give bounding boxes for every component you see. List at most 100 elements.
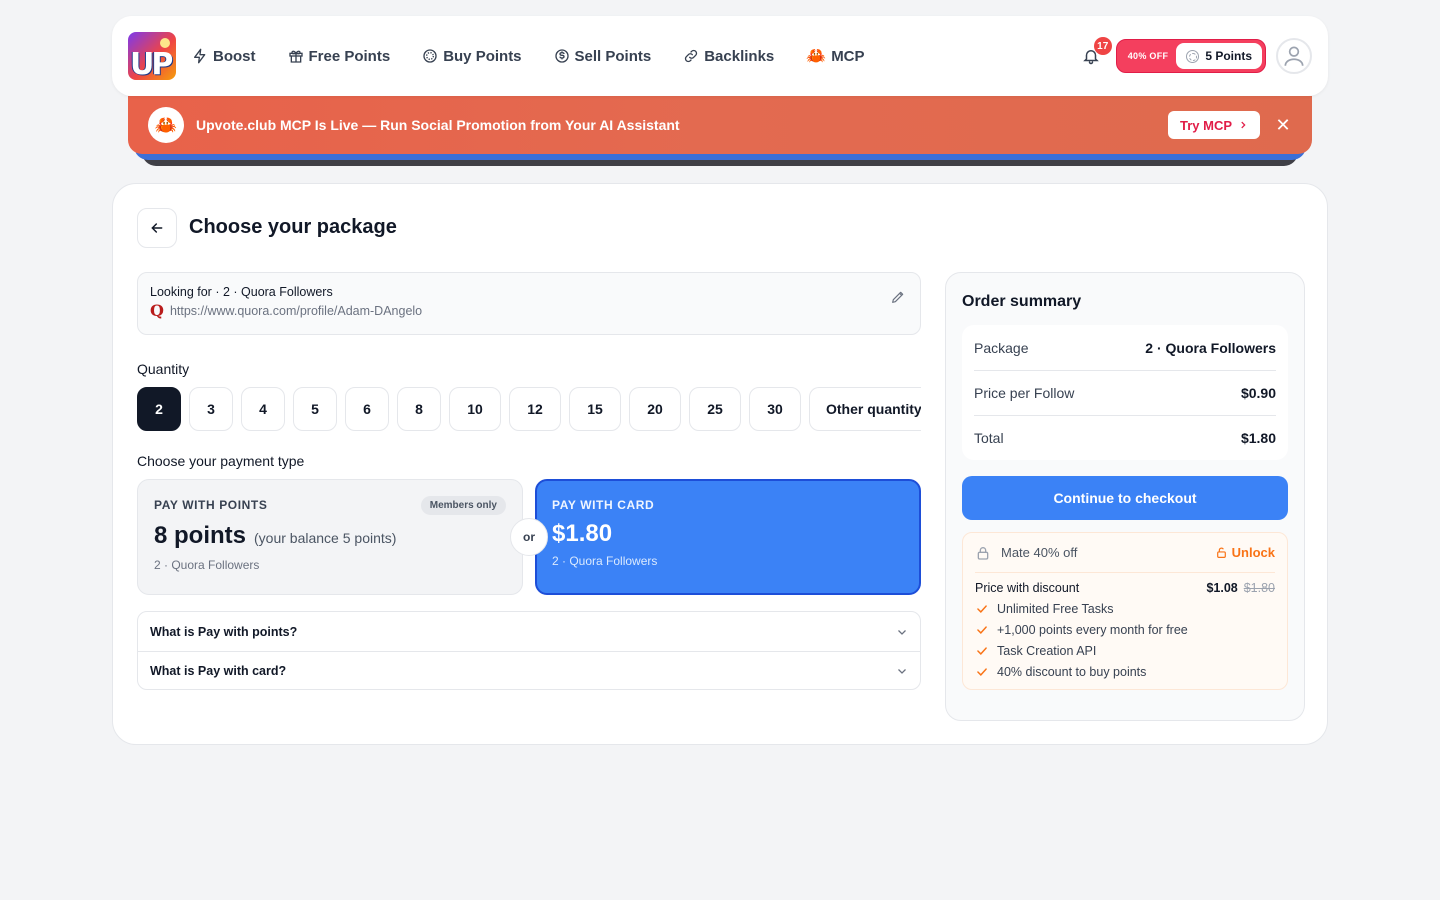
pay-card-heading: PAY WITH CARD: [552, 498, 655, 512]
pay-with-card-option[interactable]: PAY WITH CARD $1.80 2 · Quora Followers: [535, 479, 921, 595]
nav-sell-points[interactable]: Sell Points: [554, 47, 652, 65]
original-price: $1.80: [1243, 581, 1275, 595]
summary-key: Package: [974, 339, 1029, 356]
crab-icon: 🦀: [148, 107, 184, 143]
summary-details: Package 2 · Quora Followers Price per Fo…: [962, 325, 1288, 460]
nav-buy-points-label: Buy Points: [443, 47, 522, 65]
faq-question: What is Pay with points?: [150, 624, 298, 639]
order-summary: Order summary Package 2 · Quora Follower…: [945, 272, 1305, 721]
payment-faq: What is Pay with points? What is Pay wit…: [137, 611, 921, 690]
quantity-option[interactable]: 10: [449, 387, 501, 431]
page-title: Choose your package: [189, 216, 397, 238]
quantity-option[interactable]: 3: [189, 387, 233, 431]
feature-item: Task Creation API: [975, 644, 1275, 658]
discount-prices: $1.08 $1.80: [1206, 581, 1275, 595]
target-summary: Looking for · 2 · Quora Followers Q http…: [137, 272, 921, 335]
nav-sell-points-label: Sell Points: [574, 47, 652, 65]
summary-row: Total $1.80: [974, 415, 1276, 460]
user-avatar[interactable]: [1276, 38, 1312, 74]
chevron-down-icon: [898, 669, 906, 674]
pay-with-points-option[interactable]: PAY WITH POINTS Members only 8 points (y…: [137, 479, 523, 595]
feature-text: +1,000 points every month for free: [997, 623, 1188, 637]
feature-item: 40% discount to buy points: [975, 665, 1275, 679]
nav-backlinks-label: Backlinks: [704, 47, 775, 65]
nav-backlinks[interactable]: Backlinks: [683, 48, 774, 65]
top-navbar: UP Boost Free Points Buy Points Sell Poi…: [112, 16, 1328, 96]
discount-price: $1.08: [1206, 581, 1238, 595]
nav-boost-label: Boost: [213, 47, 256, 65]
points-amount: 8 points: [154, 522, 247, 549]
quantity-option[interactable]: 20: [629, 387, 681, 431]
points-balance-pill[interactable]: 40% OFF 5 Points: [1115, 39, 1266, 73]
mate-upsell: Mate 40% off Unlock Price with discount …: [962, 532, 1288, 690]
bolt-icon: [194, 48, 206, 64]
or-divider: or: [510, 518, 548, 556]
other-quantity-button[interactable]: Other quantity: [809, 387, 921, 431]
continue-to-checkout-button[interactable]: Continue to checkout: [962, 476, 1288, 520]
dollar-icon: [554, 49, 569, 63]
payment-type-label: Choose your payment type: [137, 453, 305, 469]
arrow-left-icon: [151, 223, 163, 233]
quantity-option[interactable]: 12: [509, 387, 561, 431]
nav-mcp[interactable]: 🦀 MCP: [806, 46, 864, 66]
target-url-row: Q https://www.quora.com/profile/Adam-DAn…: [150, 301, 908, 320]
feature-text: 40% discount to buy points: [997, 665, 1147, 679]
summary-value: $0.90: [1240, 385, 1276, 401]
summary-row: Package 2 · Quora Followers: [974, 325, 1276, 370]
chevron-right-icon: [1241, 121, 1246, 129]
try-mcp-button[interactable]: Try MCP: [1167, 111, 1260, 139]
nav-buy-points[interactable]: Buy Points: [422, 47, 522, 65]
points-balance: 5 Points: [1176, 43, 1262, 69]
main-nav: Boost Free Points Buy Points Sell Points…: [192, 46, 897, 66]
quantity-option[interactable]: 6: [345, 387, 389, 431]
user-icon: [1284, 46, 1304, 66]
quantity-option[interactable]: 25: [689, 387, 741, 431]
feature-text: Task Creation API: [997, 644, 1097, 658]
banner-text: Upvote.club MCP Is Live — Run Social Pro…: [196, 117, 680, 133]
edit-pencil-icon[interactable]: [890, 289, 906, 305]
faq-item[interactable]: What is Pay with card?: [138, 651, 920, 690]
nav-boost[interactable]: Boost: [192, 48, 256, 65]
summary-row: Price per Follow $0.90: [974, 370, 1276, 415]
upvote-logo[interactable]: UP: [128, 32, 176, 80]
unlock-button[interactable]: Unlock: [1215, 545, 1275, 560]
target-url: https://www.quora.com/profile/Adam-DAnge…: [169, 304, 423, 318]
notifications-button[interactable]: 17: [1076, 37, 1112, 71]
back-button[interactable]: [137, 208, 177, 248]
quantity-option[interactable]: 4: [241, 387, 285, 431]
feature-item: +1,000 points every month for free: [975, 623, 1275, 637]
quora-icon: Q: [150, 301, 164, 320]
nav-free-points-label: Free Points: [308, 47, 391, 65]
quantity-option[interactable]: 30: [749, 387, 801, 431]
coin-icon: [1186, 49, 1200, 63]
lock-icon: [977, 546, 989, 560]
card-price: $1.80: [552, 520, 613, 547]
points-label: 5 Points: [1205, 49, 1252, 63]
quantity-options: 2 3 4 5 6 8 10 12 15 20 25 30 Other quan…: [137, 387, 921, 431]
gift-icon: [288, 50, 303, 63]
discount-label: Price with discount: [975, 581, 1080, 595]
summary-value: $1.80: [1240, 430, 1276, 446]
quantity-option[interactable]: 5: [293, 387, 337, 431]
close-banner-button[interactable]: ✕: [1274, 115, 1292, 136]
try-mcp-label: Try MCP: [1179, 117, 1232, 133]
discount-price-row: Price with discount $1.08 $1.80: [975, 581, 1275, 595]
check-icon: [977, 668, 987, 676]
coin-icon: [423, 49, 437, 63]
mcp-banner: 🦀 Upvote.club MCP Is Live — Run Social P…: [128, 96, 1312, 154]
nav-free-points[interactable]: Free Points: [288, 47, 391, 65]
pay-card-subtitle: 2 · Quora Followers: [552, 554, 658, 568]
quantity-option[interactable]: 2: [137, 387, 181, 431]
quantity-option[interactable]: 8: [397, 387, 441, 431]
order-summary-title: Order summary: [962, 293, 1082, 310]
check-icon: [977, 647, 987, 655]
feature-item: Unlimited Free Tasks: [975, 602, 1275, 616]
faq-question: What is Pay with card?: [150, 664, 287, 678]
quantity-option[interactable]: 15: [569, 387, 621, 431]
points-cost: 8 points (your balance 5 points): [154, 522, 506, 550]
members-only-badge: Members only: [420, 496, 506, 515]
unlock-icon: [1216, 547, 1226, 558]
faq-item[interactable]: What is Pay with points?: [138, 612, 920, 651]
notification-badge: 17: [1093, 37, 1112, 55]
check-icon: [977, 605, 987, 613]
